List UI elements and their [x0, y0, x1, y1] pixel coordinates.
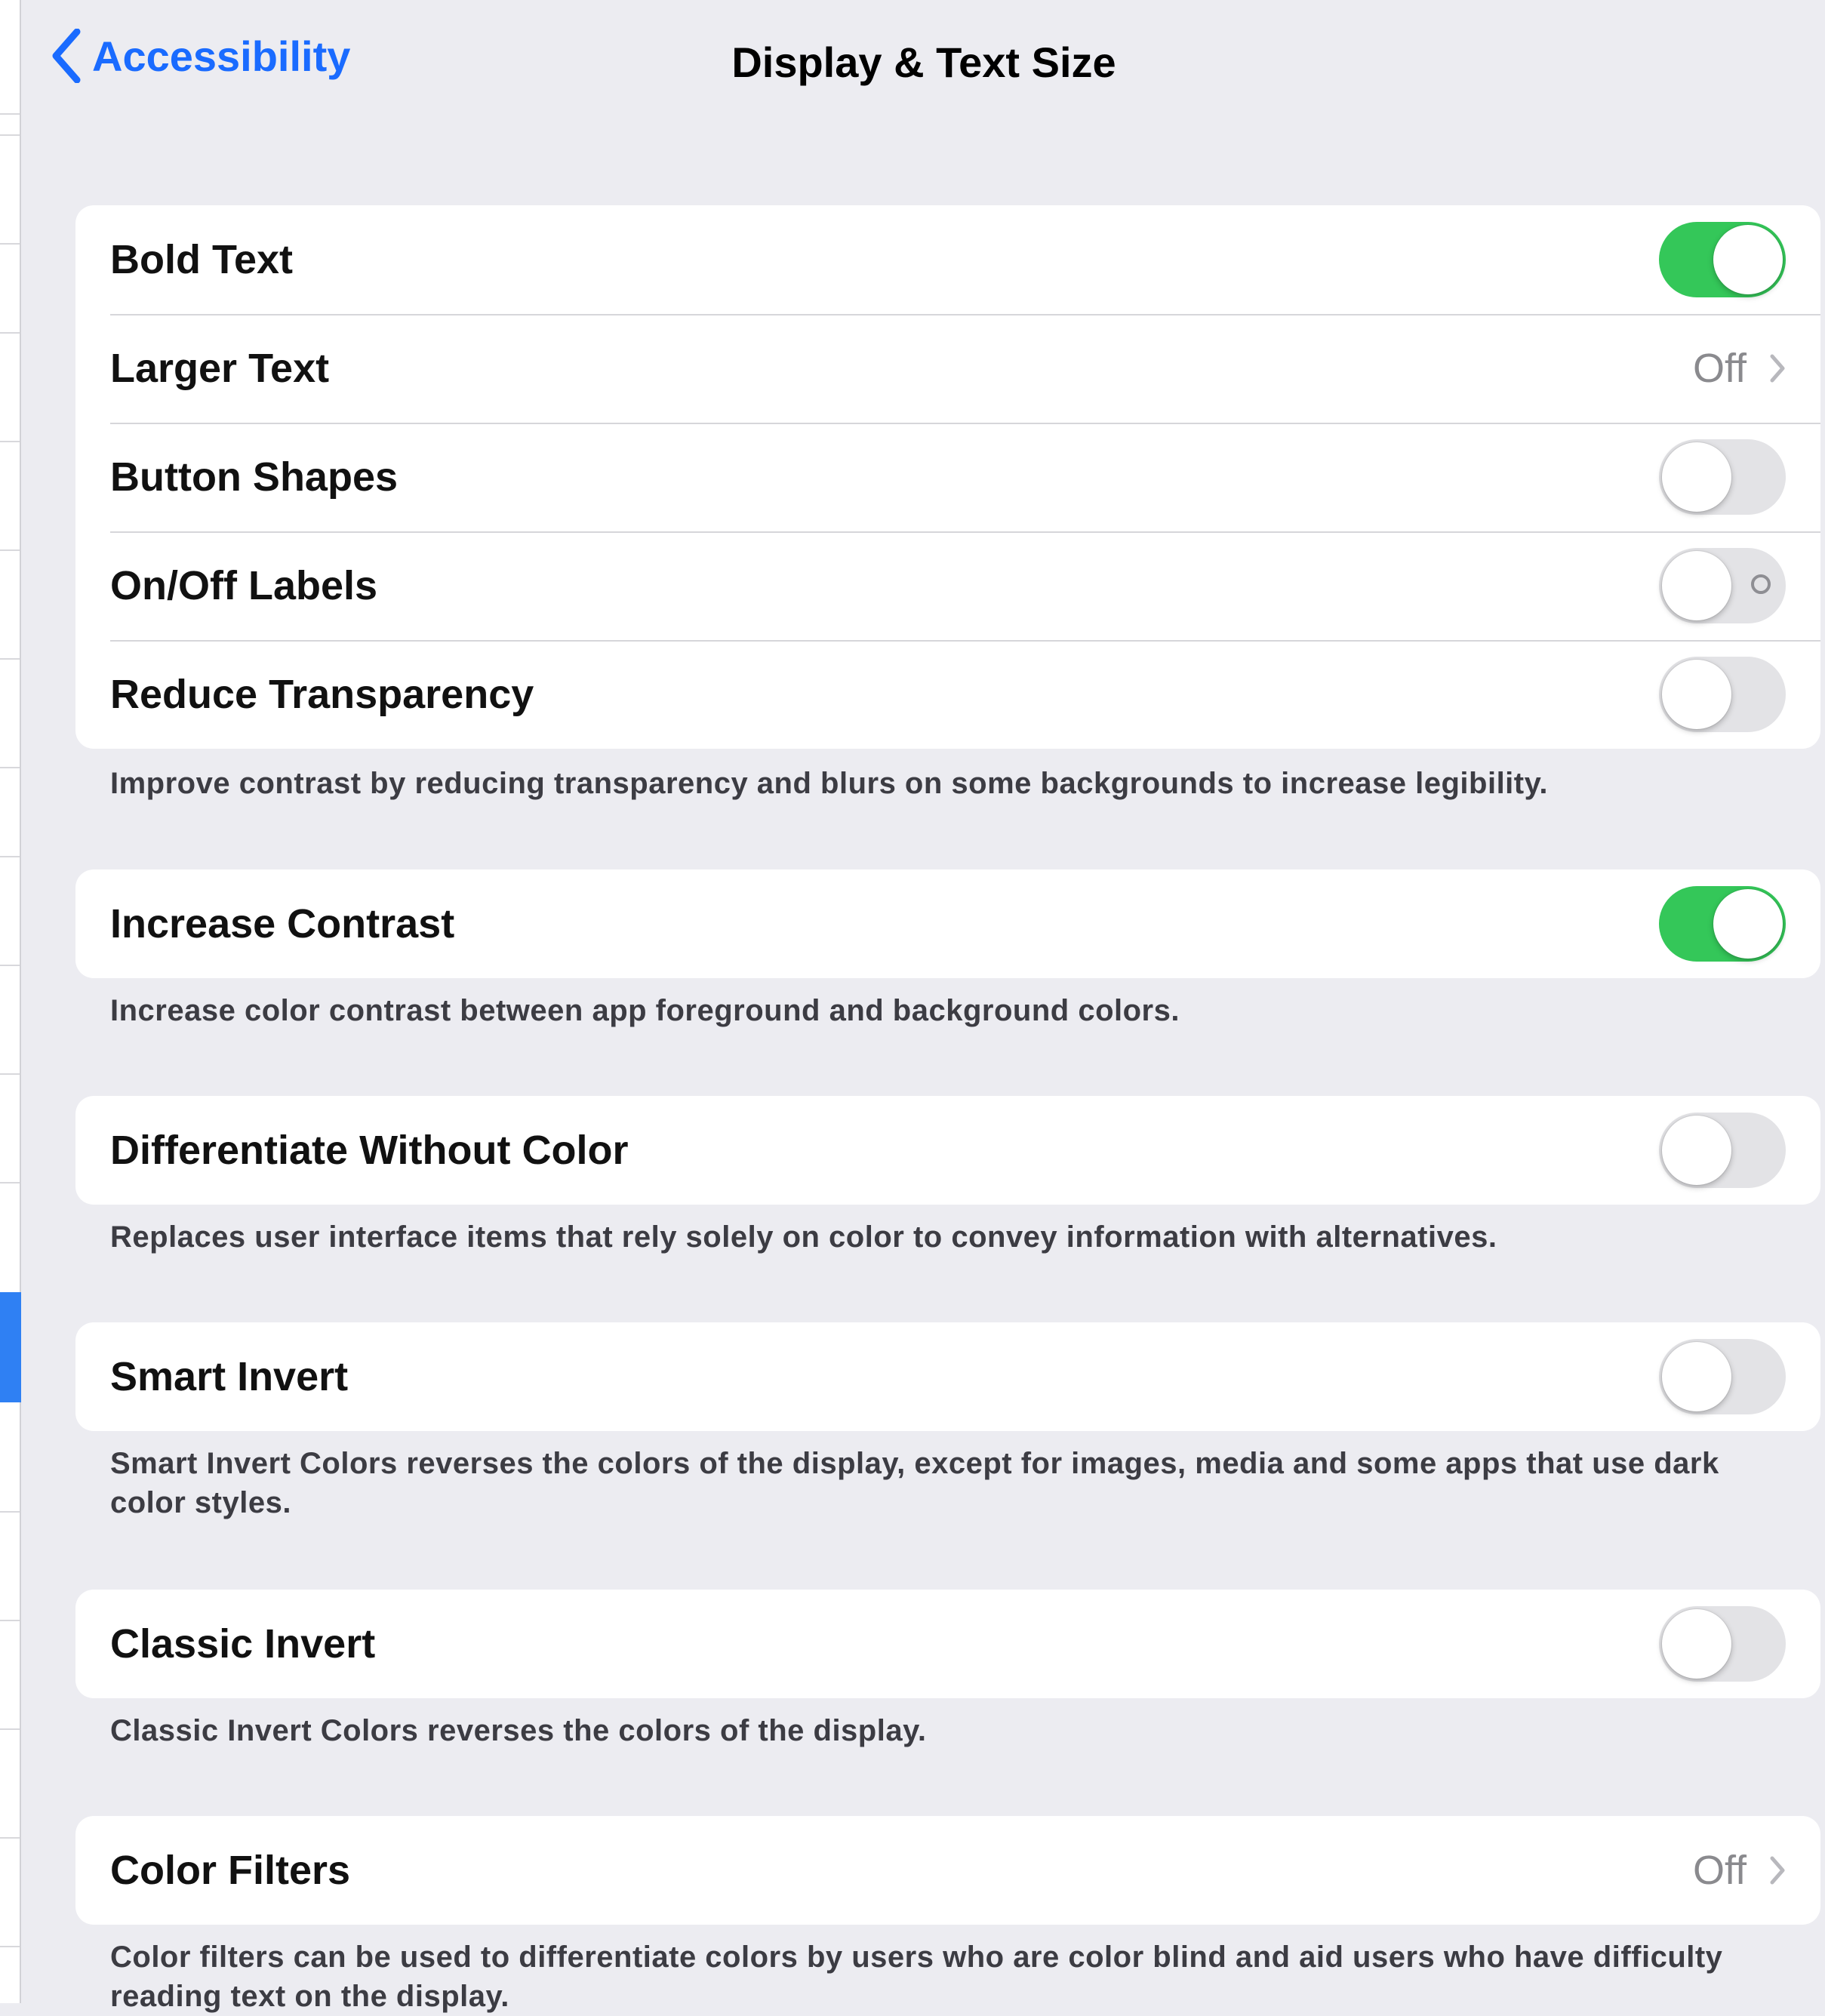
color-filters-value: Off	[1692, 1848, 1747, 1893]
sidebar-divider	[0, 767, 20, 768]
sidebar-divider	[0, 1073, 20, 1075]
sidebar-divider	[0, 1511, 20, 1513]
reduce-transparency-toggle[interactable]	[1659, 657, 1786, 732]
classic-invert-toggle[interactable]	[1659, 1606, 1786, 1682]
color-filters-group: Color Filters Off	[75, 1816, 1820, 1925]
text-options-group: Bold Text Larger Text Off Button Shapes …	[75, 205, 1820, 749]
sidebar-divider	[0, 134, 20, 136]
sidebar-divider	[0, 441, 20, 442]
sidebar-divider	[0, 658, 20, 660]
toggle-knob	[1713, 889, 1783, 959]
sidebar-divider	[0, 856, 20, 857]
reduce-transparency-row: Reduce Transparency	[75, 640, 1820, 749]
bold-text-toggle[interactable]	[1659, 222, 1786, 297]
increase-contrast-toggle[interactable]	[1659, 886, 1786, 962]
larger-text-disclosure[interactable]: Off	[1693, 314, 1786, 423]
classic-invert-label: Classic Invert	[110, 1621, 376, 1667]
classic-invert-footer: Classic Invert Colors reverses the color…	[110, 1714, 927, 1747]
toggle-knob	[1662, 442, 1731, 512]
on-off-labels-row: On/Off Labels	[75, 531, 1820, 640]
increase-contrast-row: Increase Contrast	[75, 869, 1820, 978]
toggle-knob	[1713, 225, 1783, 294]
sidebar-selected-item[interactable]	[0, 1292, 21, 1402]
larger-text-row[interactable]: Larger Text Off	[75, 314, 1820, 423]
button-shapes-toggle[interactable]	[1659, 439, 1786, 515]
sidebar-divider	[0, 1837, 20, 1839]
smart-invert-footer: Smart Invert Colors reverses the colors …	[110, 1447, 1719, 1519]
off-indicator-icon	[1751, 574, 1771, 594]
on-off-labels-label: On/Off Labels	[110, 563, 378, 608]
sidebar-divider	[0, 332, 20, 334]
classic-invert-group: Classic Invert	[75, 1590, 1820, 1698]
increase-contrast-footer: Increase color contrast between app fore…	[110, 994, 1180, 1027]
sidebar-divider	[0, 243, 20, 245]
toggle-knob	[1662, 551, 1731, 620]
differentiate-label: Differentiate Without Color	[110, 1128, 629, 1173]
on-off-labels-toggle[interactable]	[1659, 548, 1786, 623]
sidebar-divider	[0, 1946, 20, 1947]
increase-contrast-label: Increase Contrast	[110, 901, 455, 946]
button-shapes-label: Button Shapes	[110, 454, 399, 500]
toggle-knob	[1662, 660, 1731, 729]
chevron-right-icon	[1770, 354, 1785, 383]
color-filters-footer: Color filters can be used to differentia…	[110, 1941, 1723, 2013]
smart-invert-label: Smart Invert	[110, 1354, 349, 1399]
smart-invert-group: Smart Invert	[75, 1322, 1820, 1431]
smart-invert-row: Smart Invert	[75, 1322, 1820, 1431]
sidebar-divider	[0, 549, 20, 551]
sidebar-divider	[0, 1728, 20, 1730]
bold-text-row: Bold Text	[75, 205, 1820, 314]
larger-text-value: Off	[1692, 346, 1747, 391]
sidebar-divider	[0, 113, 20, 115]
toggle-knob	[1662, 1342, 1731, 1411]
reduce-transparency-label: Reduce Transparency	[110, 672, 534, 717]
reduce-transparency-footer: Improve contrast by reducing transparenc…	[110, 767, 1548, 800]
differentiate-group: Differentiate Without Color	[75, 1096, 1820, 1205]
navigation-bar: Accessibility Display & Text Size	[23, 12, 1825, 110]
button-shapes-row: Button Shapes	[75, 423, 1820, 531]
page-title: Display & Text Size	[731, 38, 1116, 86]
color-filters-disclosure[interactable]: Off	[1693, 1816, 1786, 1925]
bold-text-label: Bold Text	[110, 237, 293, 282]
detail-pane: Accessibility Display & Text Size Bold T…	[23, 12, 1825, 2013]
sidebar-divider	[0, 965, 20, 966]
differentiate-row: Differentiate Without Color	[75, 1096, 1820, 1205]
color-filters-row[interactable]: Color Filters Off	[75, 1816, 1820, 1925]
toggle-knob	[1662, 1609, 1731, 1679]
sidebar-divider	[0, 1182, 20, 1183]
sidebar-divider	[0, 1620, 20, 1621]
differentiate-footer: Replaces user interface items that rely …	[110, 1220, 1497, 1254]
differentiate-toggle[interactable]	[1659, 1113, 1786, 1188]
toggle-knob	[1662, 1116, 1731, 1185]
classic-invert-row: Classic Invert	[75, 1590, 1820, 1698]
smart-invert-toggle[interactable]	[1659, 1339, 1786, 1414]
chevron-right-icon	[1770, 1856, 1785, 1885]
larger-text-label: Larger Text	[110, 346, 330, 391]
increase-contrast-group: Increase Contrast	[75, 869, 1820, 978]
sidebar-edge	[0, 0, 21, 2003]
color-filters-label: Color Filters	[110, 1848, 351, 1893]
